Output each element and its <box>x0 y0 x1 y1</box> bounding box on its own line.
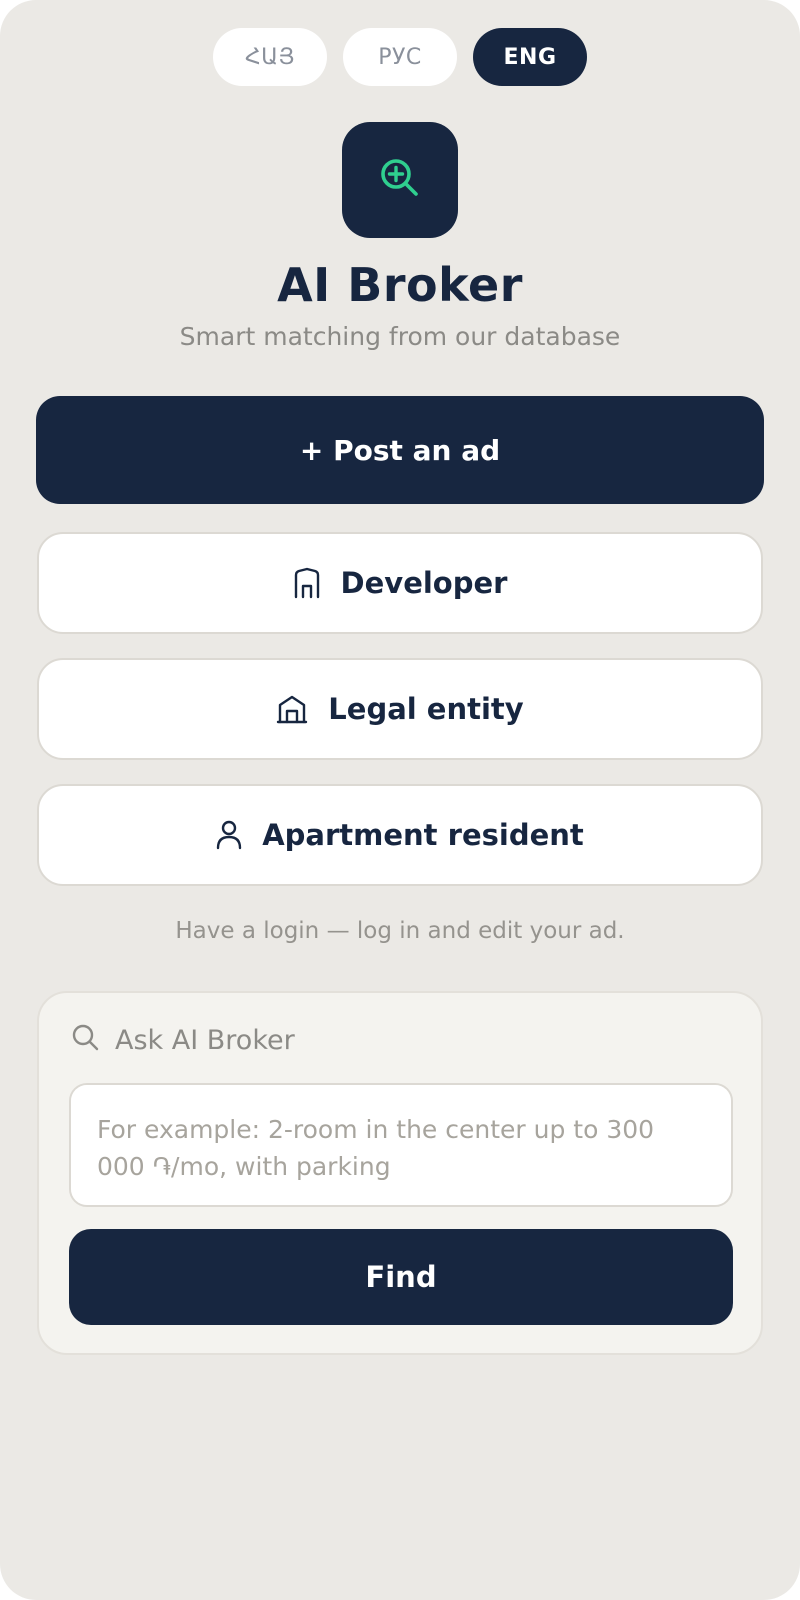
post-ad-button[interactable]: + Post an ad <box>36 396 764 504</box>
legal-entity-label: Legal entity <box>328 692 524 726</box>
user-icon <box>216 820 242 850</box>
apartment-resident-button[interactable]: Apartment resident <box>37 784 763 886</box>
page-subtitle: Smart matching from our database <box>179 322 621 351</box>
building-icon <box>293 567 321 599</box>
ask-heading: Ask AI Broker <box>115 1025 295 1056</box>
legal-entity-button[interactable]: Legal entity <box>37 658 763 760</box>
lang-option-armenian[interactable]: ՀԱՅ <box>213 28 327 86</box>
lang-option-russian[interactable]: РУС <box>343 28 457 86</box>
find-label: Find <box>365 1260 437 1294</box>
search-icon <box>71 1023 99 1058</box>
lang-option-english[interactable]: ENG <box>473 28 587 86</box>
post-ad-label: + Post an ad <box>299 433 501 467</box>
login-hint: Have a login — log in and edit your ad. <box>175 918 625 944</box>
ask-header: Ask AI Broker <box>71 1023 295 1058</box>
find-button[interactable]: Find <box>69 1229 733 1325</box>
page-title: AI Broker <box>277 258 523 312</box>
search-plus-icon <box>378 156 422 204</box>
ask-query-input[interactable] <box>69 1083 733 1207</box>
apartment-resident-label: Apartment resident <box>262 818 584 852</box>
office-icon <box>276 694 308 724</box>
app-screen: ՀԱՅ РУС ENG AI Broker Smart matching fro… <box>0 0 800 1600</box>
app-logo <box>342 122 458 238</box>
developer-button[interactable]: Developer <box>37 532 763 634</box>
ask-ai-card: Ask AI Broker Find <box>37 991 763 1355</box>
language-switch: ՀԱՅ РУС ENG <box>0 28 800 86</box>
developer-label: Developer <box>340 566 508 600</box>
